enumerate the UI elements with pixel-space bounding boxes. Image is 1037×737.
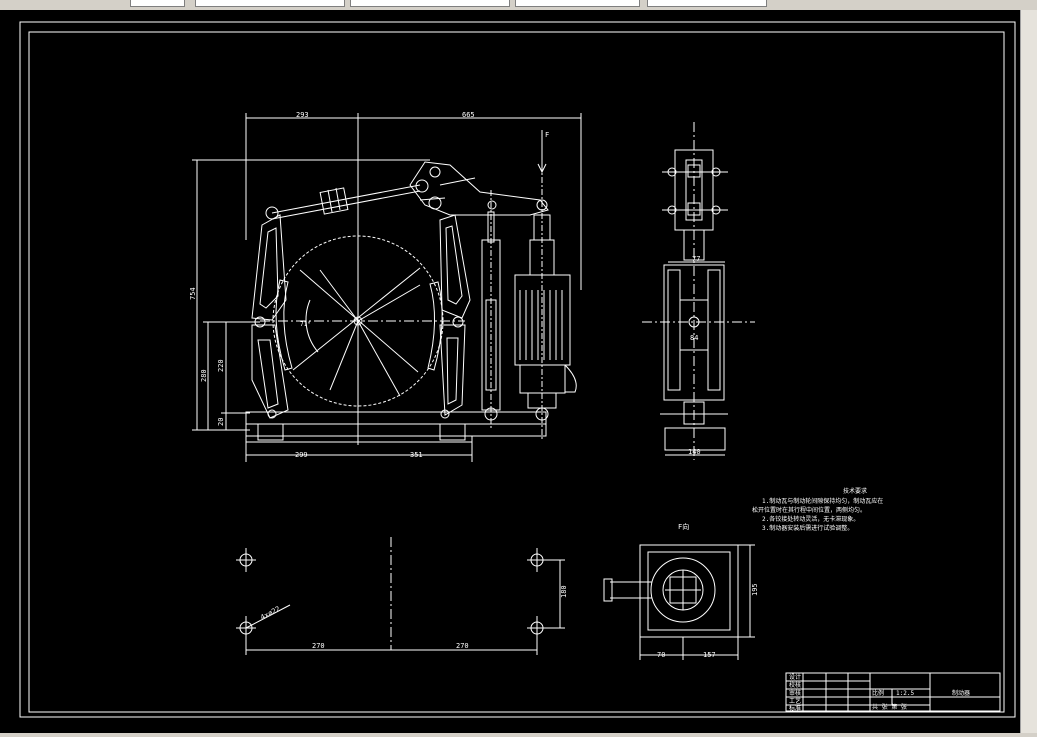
notes-line3: 2.各铰接处转动灵活，无卡滞现象。 (762, 515, 859, 523)
tb-row-4: 标准 (789, 704, 801, 712)
cad-drawing: 293 665 754 280 220 20 299 351 71° F 77 … (19, 21, 1016, 718)
tb-sheet: 共 张 第 张 (872, 703, 907, 711)
dim-side-bottom: 140 (688, 448, 701, 456)
dim-bottom-left: 299 (295, 451, 308, 459)
foundation-plan (236, 537, 565, 655)
tb-row-0: 设计 (789, 673, 801, 681)
dim-h280: 280 (200, 369, 208, 382)
dim-top-left: 293 (296, 111, 309, 119)
dim-box-left: 70 (657, 651, 665, 659)
notes-line4: 3.制动器安装后需进行试验调整。 (762, 524, 853, 532)
dim-height-total: 754 (189, 287, 197, 300)
drawing-canvas[interactable]: 293 665 754 280 220 20 299 351 71° F 77 … (0, 10, 1020, 733)
color-dropdown[interactable] (350, 0, 510, 7)
hole-label: 4xø22 (259, 605, 281, 622)
f-view (603, 544, 755, 660)
layer-combo[interactable] (130, 0, 185, 7)
dim-box-right: 157 (703, 651, 716, 659)
notes-line2: 松开位置时在其行程中间位置，两侧均匀。 (752, 506, 866, 514)
dim-box-height: 195 (751, 583, 759, 596)
angle-label: 71° (300, 321, 311, 328)
tb-name: 制动器 (952, 689, 970, 697)
notes-title: 技术要求 (843, 487, 867, 495)
dim-h220: 220 (217, 359, 225, 372)
force-label: F (545, 131, 549, 139)
dim-side-mid: 84 (690, 334, 698, 342)
dim-top-right: 665 (462, 111, 475, 119)
tb-row-2: 审核 (789, 689, 801, 697)
lineweight-dropdown[interactable] (647, 0, 767, 7)
dim-foot-height: 180 (560, 585, 568, 598)
tb-row-1: 校核 (789, 681, 801, 689)
front-view (192, 113, 582, 462)
dim-bottom-right: 351 (410, 451, 423, 459)
tb-scale: 1:2.5 (896, 690, 914, 697)
dim-side-top: 77 (692, 255, 700, 263)
dim-h20: 20 (217, 418, 225, 426)
inner-frame (28, 31, 1005, 713)
dim-foot-right: 270 (456, 642, 469, 650)
side-view (642, 122, 755, 460)
tb-row-3: 工艺 (789, 697, 801, 705)
vertical-scrollbar[interactable] (1020, 10, 1037, 733)
notes-line1: 1.制动瓦与制动轮间隙保持均匀，制动瓦应在 (762, 497, 883, 505)
layer-dropdown[interactable] (195, 0, 345, 7)
tb-scale-label: 比例 (872, 689, 884, 697)
outer-frame (19, 21, 1016, 718)
linetype-dropdown[interactable] (515, 0, 640, 7)
dim-foot-left: 270 (312, 642, 325, 650)
view-label: F向 (678, 522, 689, 531)
